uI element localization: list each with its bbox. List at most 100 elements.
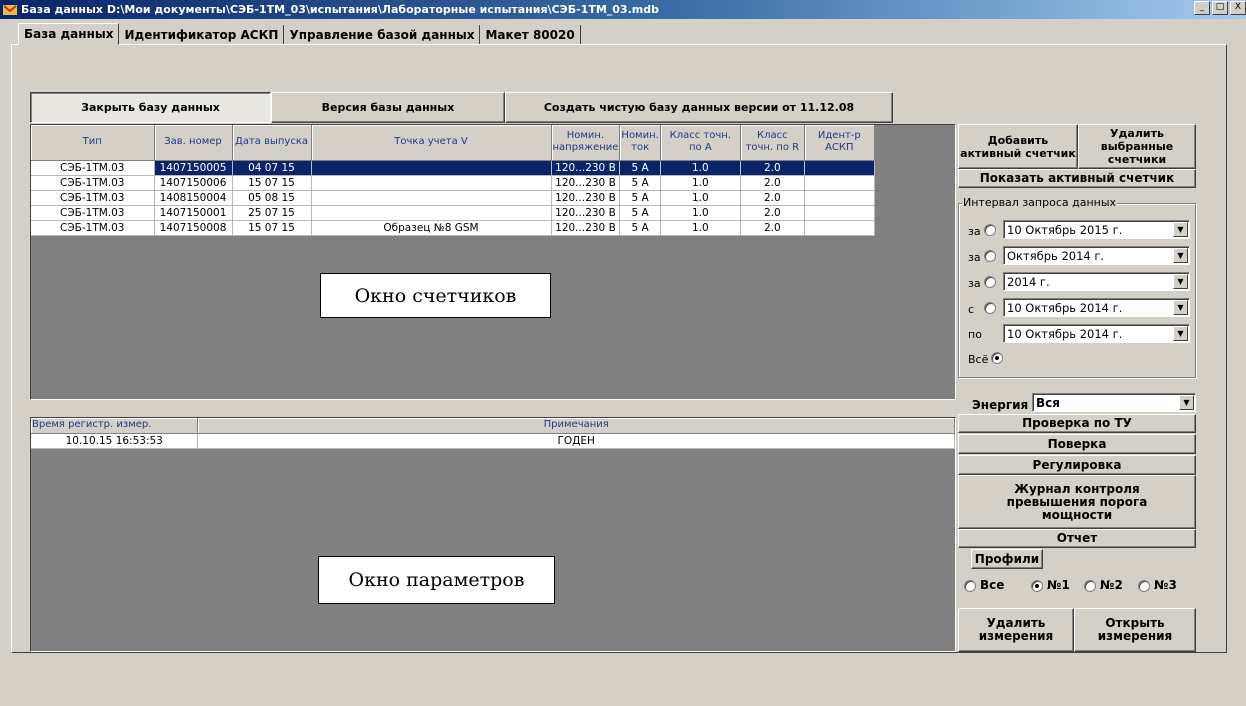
energy-combo[interactable]: Вся ▼ — [1032, 393, 1196, 412]
add-active-meter-button[interactable]: Добавить активный счетчик — [958, 124, 1078, 169]
meter-cell[interactable] — [311, 160, 552, 176]
meter-cell[interactable]: 120...230 В — [551, 160, 621, 176]
meter-row[interactable]: СЭБ-1ТМ.03 1407150006 15 07 15 120...230 В5… — [31, 175, 875, 191]
report-button[interactable]: Отчет — [958, 529, 1196, 548]
chevron-down-icon[interactable]: ▼ — [1179, 395, 1194, 410]
meter-cell[interactable]: СЭБ-1ТМ.03 — [31, 205, 155, 221]
chevron-down-icon[interactable]: ▼ — [1173, 274, 1188, 289]
adjustment-button[interactable]: Регулировка — [958, 455, 1196, 475]
meter-cell[interactable]: 5 А — [619, 190, 661, 206]
profile-3-radio[interactable] — [1138, 580, 1150, 592]
db-version-button[interactable]: Версия базы данных — [271, 92, 505, 123]
delete-selected-meters-button[interactable]: Удалить выбранные счетчики — [1078, 124, 1196, 169]
col-metering-point[interactable]: Точка учета V — [311, 125, 552, 161]
col-reg-time[interactable]: Время регистр. измер. — [31, 418, 199, 434]
meter-cell[interactable]: 1407150008 — [154, 220, 233, 236]
meter-cell[interactable] — [311, 205, 552, 221]
meters-grid[interactable]: Тип Зав. номер Дата выпуска Точка учета … — [30, 124, 956, 400]
chevron-down-icon[interactable]: ▼ — [1173, 248, 1188, 263]
meter-cell[interactable]: 2.0 — [740, 205, 805, 221]
show-active-meter-button[interactable]: Показать активный счетчик — [958, 169, 1196, 188]
interval-to-combo[interactable]: 10 Октябрь 2014 г. ▼ — [1003, 324, 1190, 343]
interval-from-radio[interactable] — [984, 302, 996, 314]
tab-database[interactable]: База данных — [18, 23, 120, 45]
meter-cell[interactable]: 2.0 — [740, 160, 805, 176]
interval-month-combo[interactable]: Октябрь 2014 г. ▼ — [1003, 246, 1190, 265]
meter-cell[interactable] — [311, 190, 552, 206]
meter-cell[interactable] — [804, 175, 875, 191]
meter-cell[interactable]: 1407150001 — [154, 205, 233, 221]
param-row[interactable]: 10.10.15 16:53:53 ГОДЕН — [31, 433, 955, 449]
meter-cell[interactable]: 5 А — [619, 175, 661, 191]
meter-cell[interactable] — [804, 205, 875, 221]
close-button[interactable]: X — [1230, 1, 1246, 15]
meter-cell[interactable]: 04 07 15 — [232, 160, 312, 176]
power-log-button[interactable]: Журнал контроля превышения порога мощнос… — [958, 475, 1196, 529]
col-type[interactable]: Тип — [31, 125, 155, 161]
chevron-down-icon[interactable]: ▼ — [1173, 300, 1188, 315]
profile-1-radio[interactable] — [1031, 580, 1043, 592]
param-cell[interactable]: 10.10.15 16:53:53 — [31, 433, 199, 449]
tab-db-management[interactable]: Управление базой данных — [284, 25, 481, 45]
meter-cell[interactable]: 1.0 — [660, 190, 741, 206]
interval-month-radio[interactable] — [984, 250, 996, 262]
meter-cell[interactable]: 15 07 15 — [232, 175, 312, 191]
meter-cell[interactable] — [804, 160, 875, 176]
create-db-button[interactable]: Создать чистую базу данных версии от 11.… — [505, 92, 893, 123]
meter-row[interactable]: СЭБ-1ТМ.03 1408150004 05 08 15 120...230 В5… — [31, 190, 875, 206]
meter-cell[interactable]: СЭБ-1ТМ.03 — [31, 220, 155, 236]
meter-cell[interactable]: 120...230 В — [551, 190, 621, 206]
meter-cell[interactable]: 1408150004 — [154, 190, 233, 206]
meter-cell[interactable]: 120...230 В — [551, 220, 621, 236]
meter-cell[interactable]: СЭБ-1ТМ.03 — [31, 160, 155, 176]
chevron-down-icon[interactable]: ▼ — [1173, 222, 1188, 237]
meter-cell[interactable]: Образец №8 GSM — [311, 220, 552, 236]
interval-from-combo[interactable]: 10 Октябрь 2014 г. ▼ — [1003, 298, 1190, 317]
params-grid[interactable]: Время регистр. измер. Примечания 10.10.1… — [30, 417, 956, 652]
col-serial[interactable]: Зав. номер — [154, 125, 233, 161]
maximize-button[interactable]: □ — [1212, 1, 1228, 15]
meter-cell[interactable]: 15 07 15 — [232, 220, 312, 236]
meter-cell[interactable]: 5 А — [619, 160, 661, 176]
profile-all-radio[interactable] — [964, 580, 976, 592]
col-nominal-voltage[interactable]: Номин. напряжение — [551, 125, 621, 161]
verification-button[interactable]: Поверка — [958, 434, 1196, 454]
tab-askp-id[interactable]: Идентификатор АСКП — [119, 25, 285, 45]
meter-cell[interactable] — [804, 220, 875, 236]
meter-cell[interactable]: 1.0 — [660, 205, 741, 221]
tu-check-button[interactable]: Проверка по ТУ — [958, 414, 1196, 433]
close-db-button[interactable]: Закрыть базу данных — [30, 92, 271, 123]
meter-cell[interactable]: 5 А — [619, 205, 661, 221]
col-release-date[interactable]: Дата выпуска — [232, 125, 312, 161]
chevron-down-icon[interactable]: ▼ — [1173, 326, 1188, 341]
meter-row[interactable]: СЭБ-1ТМ.03 1407150008 15 07 15 Образец №8 G… — [31, 220, 875, 236]
meter-row[interactable]: СЭБ-1ТМ.03 1407150005 04 07 15 120...230 В5… — [31, 160, 875, 176]
tab-model-80020[interactable]: Макет 80020 — [480, 25, 581, 45]
meter-cell[interactable]: СЭБ-1ТМ.03 — [31, 190, 155, 206]
meter-cell[interactable]: 120...230 В — [551, 205, 621, 221]
delete-measurements-button[interactable]: Удалить измерения — [958, 608, 1074, 652]
meter-cell[interactable]: 2.0 — [740, 175, 805, 191]
interval-year-radio[interactable] — [984, 276, 996, 288]
profiles-button[interactable]: Профили — [971, 549, 1043, 569]
interval-year-combo[interactable]: 2014 г. ▼ — [1003, 272, 1190, 291]
meter-cell[interactable]: СЭБ-1ТМ.03 — [31, 175, 155, 191]
minimize-button[interactable]: _ — [1194, 1, 1210, 15]
meter-cell[interactable]: 120...230 В — [551, 175, 621, 191]
open-measurements-button[interactable]: Открыть измерения — [1074, 608, 1196, 652]
meter-cell[interactable]: 2.0 — [740, 220, 805, 236]
profile-2-radio[interactable] — [1084, 580, 1096, 592]
interval-day-combo[interactable]: 10 Октябрь 2015 г. ▼ — [1003, 220, 1190, 239]
interval-all-radio[interactable] — [991, 352, 1003, 364]
meter-cell[interactable]: 25 07 15 — [232, 205, 312, 221]
col-notes[interactable]: Примечания — [197, 418, 955, 434]
meter-cell[interactable]: 5 А — [619, 220, 661, 236]
meter-cell[interactable]: 2.0 — [740, 190, 805, 206]
meter-cell[interactable]: 1407150005 — [154, 160, 233, 176]
interval-day-radio[interactable] — [984, 224, 996, 236]
col-accuracy-r[interactable]: Класс точн. по R — [740, 125, 805, 161]
param-cell[interactable]: ГОДЕН — [197, 433, 955, 449]
meter-cell[interactable] — [311, 175, 552, 191]
col-askp-id[interactable]: Идент-р АСКП — [804, 125, 875, 161]
meter-cell[interactable]: 1.0 — [660, 220, 741, 236]
